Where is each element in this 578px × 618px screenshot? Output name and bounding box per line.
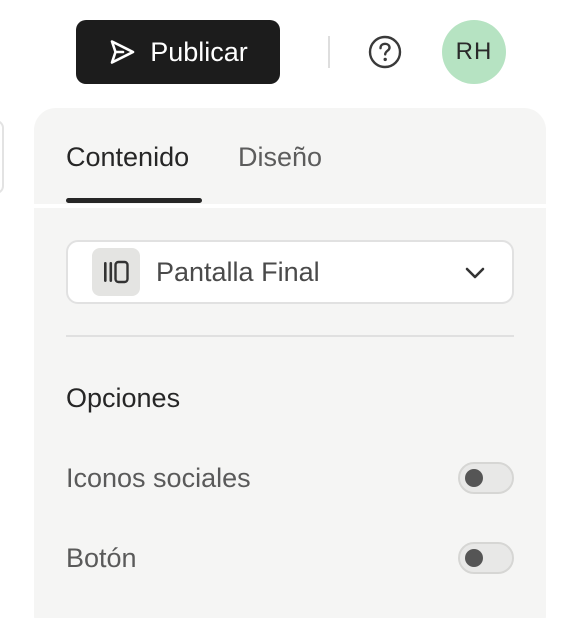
active-tab-indicator	[66, 198, 202, 203]
tab-contenido[interactable]: Contenido	[66, 140, 189, 174]
button-toggle[interactable]	[458, 542, 514, 574]
toolbar-divider	[328, 36, 330, 68]
chevron-down-icon	[465, 267, 485, 279]
editor-screen: Publicar RH Contenido Diseño Pantalla Fi…	[0, 0, 578, 618]
left-panel-edge	[0, 120, 4, 194]
screen-select[interactable]: Pantalla Final	[66, 240, 514, 304]
social-icons-toggle[interactable]	[458, 462, 514, 494]
user-avatar[interactable]: RH	[442, 20, 506, 84]
toggle-knob	[465, 469, 483, 487]
tabs-divider	[34, 204, 546, 208]
button-option-label: Botón	[66, 543, 137, 573]
options-title: Opciones	[66, 383, 181, 413]
help-circle-icon[interactable]	[368, 35, 402, 69]
toggle-knob	[465, 549, 483, 567]
tab-diseno[interactable]: Diseño	[238, 140, 322, 174]
social-icons-label: Iconos sociales	[66, 463, 251, 493]
final-screen-icon	[92, 248, 140, 296]
publish-button[interactable]: Publicar	[76, 20, 280, 84]
screen-select-value: Pantalla Final	[156, 257, 320, 287]
avatar-initials: RH	[455, 38, 493, 65]
panel-tabs: Contenido Diseño	[34, 108, 546, 208]
send-icon	[110, 40, 135, 64]
properties-panel: Contenido Diseño Pantalla Final Opciones…	[34, 108, 546, 618]
section-divider	[66, 335, 514, 337]
publish-label: Publicar	[150, 36, 248, 67]
